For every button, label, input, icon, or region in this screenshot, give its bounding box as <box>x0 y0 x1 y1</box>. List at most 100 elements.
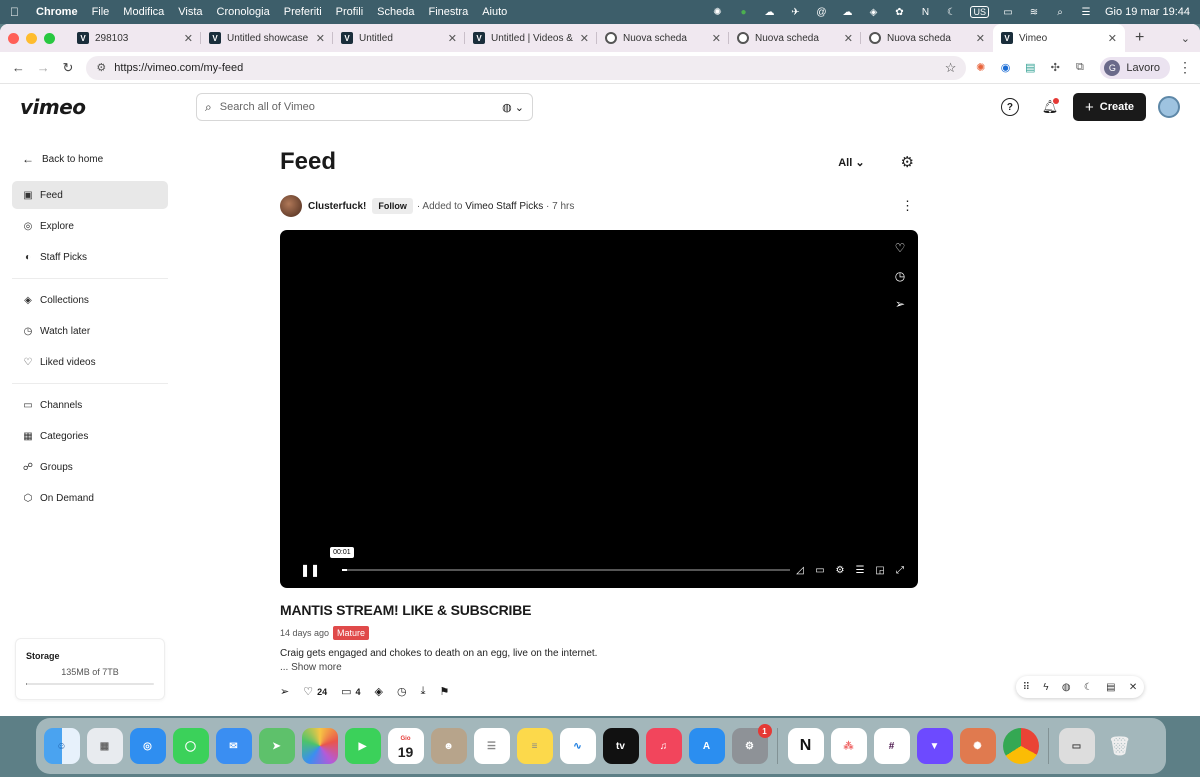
sidebar-item-categories[interactable]: ▦ Categories <box>12 422 168 450</box>
mail-icon[interactable]: ✉ <box>215 728 252 764</box>
extension-burst-icon[interactable]: ✺ <box>970 57 991 79</box>
forward-arrow-icon[interactable]: → <box>33 57 54 79</box>
sun-icon[interactable]: ✺ <box>710 6 724 18</box>
menu-history[interactable]: Cronologia <box>217 6 270 18</box>
author-name[interactable]: Clusterfuck! <box>308 201 366 212</box>
tab-untitled-videos[interactable]: V Untitled | Videos & M ✕ <box>465 24 597 52</box>
airplane-icon[interactable]: ✈ <box>788 6 802 18</box>
slack-icon[interactable]: # <box>873 728 910 764</box>
finder-icon[interactable]: ☺ <box>43 728 80 764</box>
tab-untitled-showcase[interactable]: V Untitled showcase o ✕ <box>201 24 333 52</box>
show-more-link[interactable]: ... Show more <box>280 662 920 673</box>
music-icon[interactable]: ♫ <box>645 728 682 764</box>
menu-edit[interactable]: Modifica <box>123 6 164 18</box>
icloud-icon[interactable]: ☁ <box>840 6 854 18</box>
sidebar-item-groups[interactable]: ☍ Groups <box>12 453 168 481</box>
tab-untitled[interactable]: V Untitled ✕ <box>333 24 465 52</box>
sidebar-item-channels[interactable]: ▭ Channels <box>12 391 168 419</box>
user-avatar[interactable] <box>1158 96 1180 118</box>
settings-gear-icon[interactable]: ⚙ <box>834 565 846 576</box>
system-settings-icon[interactable]: ⚙ 1 <box>731 724 772 764</box>
close-tab-icon[interactable]: ✕ <box>844 32 853 45</box>
watch-later-action[interactable]: ◷ <box>397 685 407 698</box>
more-options-icon[interactable]: ⋮ <box>901 198 914 214</box>
video-title[interactable]: MANTIS STREAM! LIKE & SUBSCRIBE <box>280 602 920 618</box>
profile-button[interactable]: G Lavoro <box>1100 56 1171 79</box>
menu-app-name[interactable]: Chrome <box>36 6 78 18</box>
report-action[interactable]: ⚑ <box>439 685 449 698</box>
captions-cc-icon[interactable]: ▭ <box>814 565 826 576</box>
menu-tab[interactable]: Scheda <box>377 6 414 18</box>
close-tab-icon[interactable]: ✕ <box>448 32 457 45</box>
messages-icon[interactable]: ◯ <box>172 728 209 764</box>
maps-icon[interactable]: ➤ <box>258 728 295 764</box>
extension-1password-icon[interactable]: ◉ <box>995 57 1016 79</box>
wifi-icon[interactable]: ≋ <box>1027 6 1041 18</box>
storage-card[interactable]: Storage 135MB of 7TB <box>15 638 165 700</box>
search-input[interactable]: ⌕ Search all of Vimeo ◍ ⌄ <box>196 93 533 121</box>
download-action[interactable]: ⤓ <box>421 685 426 698</box>
tab-new-tab[interactable]: Nuova scheda ✕ <box>861 24 993 52</box>
calendar-icon[interactable]: Gio 19 <box>387 728 424 764</box>
reminders-icon[interactable]: ☰ <box>473 728 510 764</box>
notion-icon[interactable]: N <box>918 6 932 18</box>
collections-action[interactable]: ◈ <box>375 685 383 698</box>
menu-bookmarks[interactable]: Preferiti <box>284 6 322 18</box>
share-send-icon[interactable]: ➢ <box>892 296 908 312</box>
bolt-icon[interactable]: ϟ <box>1043 682 1048 693</box>
trash-icon[interactable]: 🗑︎ <box>1102 728 1138 764</box>
downloads-stack-icon[interactable]: ▭ <box>1058 728 1095 764</box>
channel-link[interactable]: Vimeo Staff Picks <box>465 201 543 212</box>
feed-filter-dropdown[interactable]: All ⌄ <box>838 156 864 169</box>
help-icon[interactable]: ? <box>1000 98 1019 116</box>
at-sign-icon[interactable]: @ <box>814 6 828 18</box>
tab-new-tab[interactable]: Nuova scheda ✕ <box>729 24 861 52</box>
notes-icon[interactable]: ≡ <box>516 728 553 764</box>
tab-298103[interactable]: V 298103 ✕ <box>69 24 201 52</box>
sidebar-item-feed[interactable]: ▣ Feed <box>12 181 168 209</box>
comment-action[interactable]: ▭ 4 <box>341 685 360 698</box>
menu-view[interactable]: Vista <box>178 6 202 18</box>
sidebar-item-collections[interactable]: ◈ Collections <box>12 286 168 314</box>
photos-icon[interactable] <box>301 728 338 764</box>
extensions-puzzle-icon[interactable]: ⧉ <box>1070 57 1091 79</box>
site-settings-icon[interactable]: ⚙ <box>96 61 106 74</box>
url-text[interactable]: https://vimeo.com/my-feed <box>114 62 944 74</box>
chrome-icon[interactable] <box>1002 728 1039 764</box>
contacts-icon[interactable]: ☻ <box>430 728 467 764</box>
input-source[interactable]: US <box>970 6 989 18</box>
reload-icon[interactable]: ↻ <box>58 57 79 79</box>
progress-track[interactable]: 00:01 <box>330 547 791 571</box>
extension-split-icon[interactable]: ▤ <box>1020 57 1041 79</box>
clipboard-icon[interactable]: ▤ <box>1106 682 1115 693</box>
sidebar-item-on-demand[interactable]: ⬡ On Demand <box>12 484 168 512</box>
watch-later-clock-icon[interactable]: ◷ <box>892 268 908 284</box>
asana-icon[interactable]: ⁂ <box>830 728 867 764</box>
sidebar-item-staff-picks[interactable]: ◐ Staff Picks <box>12 243 168 271</box>
app-store-icon[interactable]: A <box>688 728 725 764</box>
back-to-home-link[interactable]: ← Back to home <box>0 144 180 174</box>
notifications-bell-icon[interactable]: 🔔︎ <box>1041 98 1059 116</box>
close-tab-icon[interactable]: ✕ <box>184 32 193 45</box>
close-icon[interactable]: ✕ <box>1129 682 1137 693</box>
close-tab-icon[interactable]: ✕ <box>976 32 985 45</box>
launchpad-icon[interactable]: ▦ <box>86 728 123 764</box>
proton-vpn-icon[interactable]: ▼ <box>916 728 953 764</box>
tab-vimeo-active[interactable]: V Vimeo ✕ <box>993 24 1125 52</box>
share-action[interactable]: ➢ <box>280 685 289 698</box>
like-heart-icon[interactable]: ♡ <box>892 240 908 256</box>
notion-icon[interactable]: N <box>787 728 824 764</box>
pause-icon[interactable]: ❚❚ <box>300 563 320 577</box>
menu-profiles[interactable]: Profili <box>336 6 364 18</box>
menu-window[interactable]: Finestra <box>428 6 468 18</box>
freeform-icon[interactable]: ∿ <box>559 728 596 764</box>
volume-muted-icon[interactable]: ◿ <box>794 565 806 576</box>
close-window-button[interactable] <box>8 32 19 44</box>
browser-menu-icon[interactable]: ⋮ <box>1178 59 1192 76</box>
like-action[interactable]: ♡ 24 <box>303 685 327 698</box>
cloud-sync-icon[interactable]: ☁ <box>762 6 776 18</box>
close-tab-icon[interactable]: ✕ <box>712 32 721 45</box>
globe-icon[interactable]: ◍ <box>1062 682 1071 693</box>
apple-tv-icon[interactable]: tv <box>602 728 639 764</box>
claude-icon[interactable]: ✺ <box>959 728 996 764</box>
